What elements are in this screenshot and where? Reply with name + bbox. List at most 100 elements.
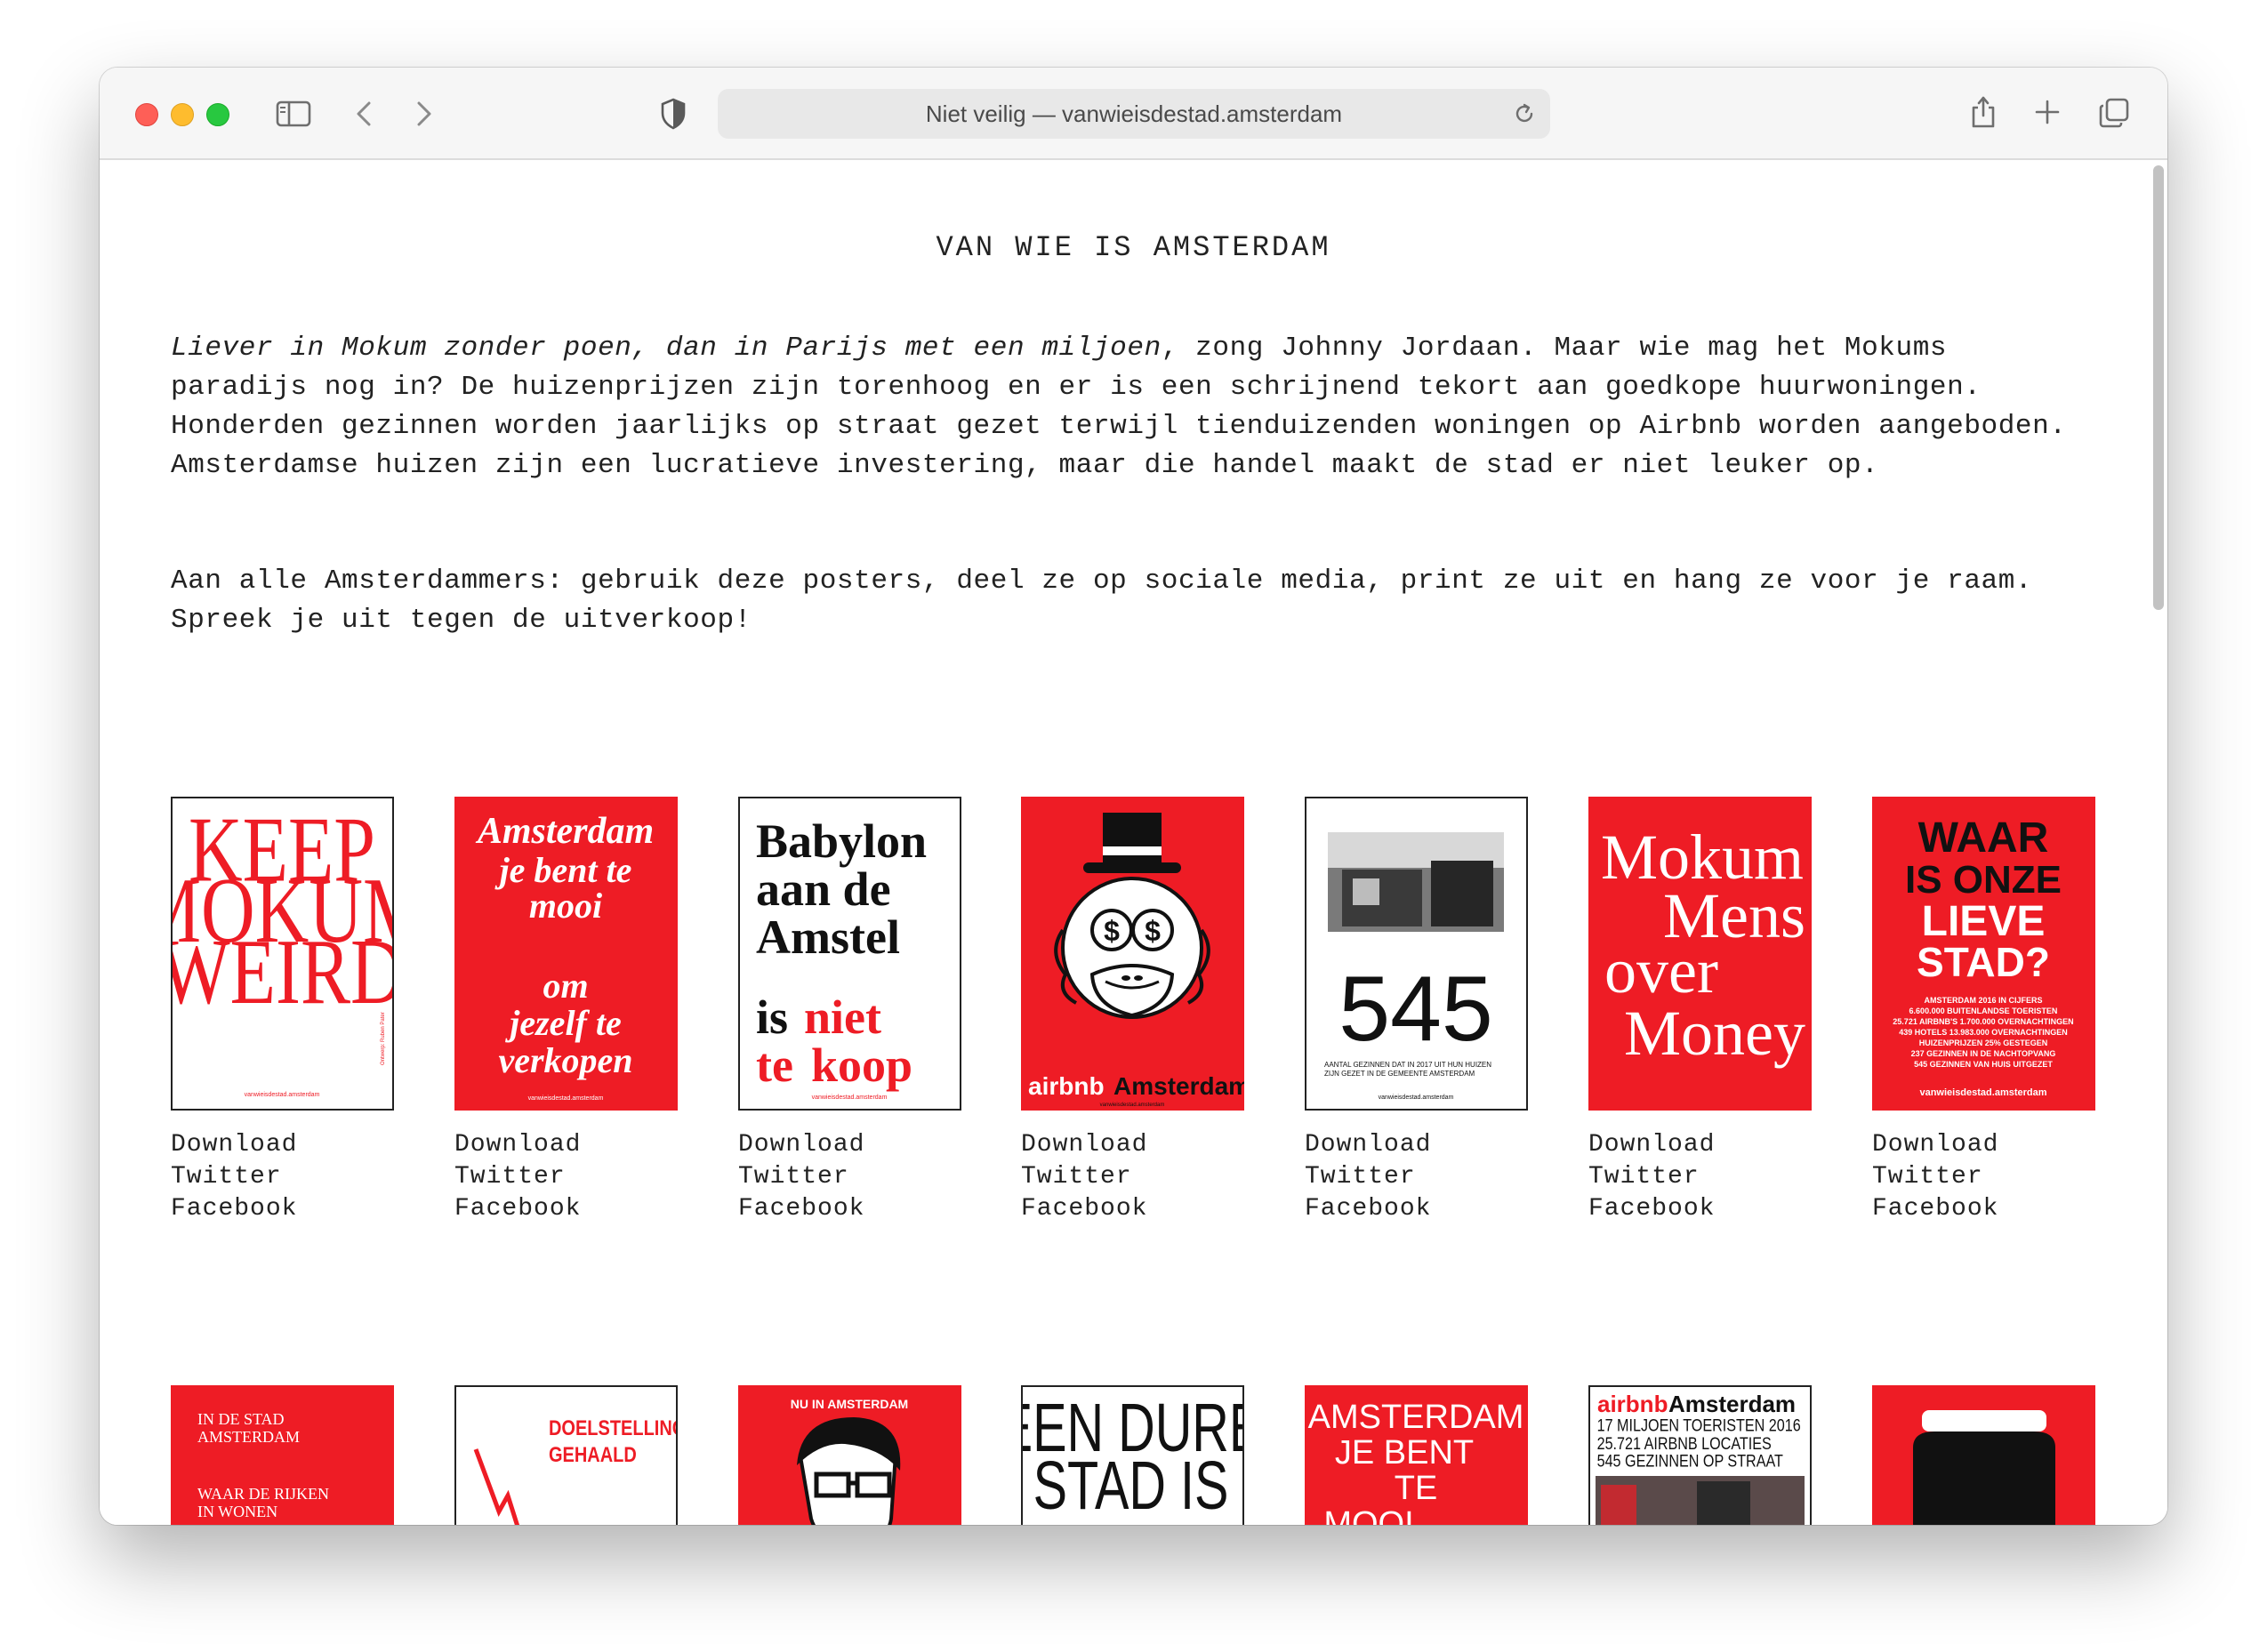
twitter-link[interactable]: Twitter bbox=[1872, 1161, 1998, 1193]
share-icon[interactable] bbox=[1967, 92, 1999, 132]
svg-text:$: $ bbox=[1104, 915, 1120, 947]
poster-8-line-1: IN DE STAD bbox=[197, 1410, 285, 1428]
poster-2-footer: vanwieisdestad.amsterdam bbox=[528, 1095, 604, 1102]
address-text: Niet veilig — vanwieisdestad.amsterdam bbox=[925, 100, 1343, 127]
poster-12-line-2: JE BENT bbox=[1335, 1434, 1474, 1472]
close-window-button[interactable] bbox=[135, 103, 158, 126]
poster-3-line-4: is bbox=[756, 990, 788, 1044]
address-bar[interactable]: Niet veilig — vanwieisdestad.amsterdam bbox=[718, 89, 1550, 139]
poster-doelstelling-gehaald[interactable]: DOELSTELLING GEHAALD bbox=[454, 1385, 678, 1525]
download-link[interactable]: Download bbox=[454, 1129, 581, 1161]
poster-13-city: Amsterdam bbox=[1668, 1391, 1796, 1417]
twitter-link[interactable]: Twitter bbox=[1588, 1161, 1715, 1193]
poster-11-line-2: STAD IS bbox=[1033, 1448, 1229, 1524]
poster-9-line-1: DOELSTELLING bbox=[549, 1415, 676, 1439]
poster-airbnb-amsterdam-stats[interactable]: airbnb Amsterdam 17 MILJOEN TOERISTEN 20… bbox=[1588, 1385, 1812, 1525]
new-tab-icon[interactable] bbox=[2033, 98, 2062, 126]
poster-2-line-3: mooi bbox=[529, 886, 602, 926]
twitter-link[interactable]: Twitter bbox=[738, 1161, 864, 1193]
poster-7-fact-5: HUIZENPRIJZEN 25% GESTEGEN bbox=[1919, 1039, 2048, 1047]
poster-2-line-4: om bbox=[543, 966, 588, 1006]
facebook-link[interactable]: Facebook bbox=[171, 1193, 297, 1225]
page-content: VAN WIE IS AMSTERDAM Liever in Mokum zon… bbox=[100, 160, 2167, 1525]
poster-1-footer: vanwieisdestad.amsterdam bbox=[245, 1092, 320, 1098]
twitter-link[interactable]: Twitter bbox=[1021, 1161, 1147, 1193]
download-link[interactable]: Download bbox=[171, 1129, 297, 1161]
poster-4-city: Amsterdam bbox=[1113, 1072, 1244, 1100]
facebook-link[interactable]: Facebook bbox=[454, 1193, 581, 1225]
poster-7-fact-7: 545 GEZINNEN VAN HUIS UITGEZET bbox=[1914, 1060, 2053, 1069]
poster-1-links: Download Twitter Facebook bbox=[171, 1129, 297, 1225]
poster-3-links: Download Twitter Facebook bbox=[738, 1129, 864, 1225]
poster-12-line-1: AMSTERDAM bbox=[1308, 1399, 1524, 1436]
poster-5-links: Download Twitter Facebook bbox=[1305, 1129, 1431, 1225]
poster-3-line-3: Amstel bbox=[756, 910, 900, 964]
download-link[interactable]: Download bbox=[738, 1129, 864, 1161]
facebook-link[interactable]: Facebook bbox=[1588, 1193, 1715, 1225]
intro-paragraph: Liever in Mokum zonder poen, dan in Pari… bbox=[171, 329, 2096, 485]
browser-window: Niet veilig — vanwieisdestad.amsterdam V… bbox=[100, 68, 2167, 1525]
poster-7-fact-1: AMSTERDAM 2016 IN CIJFERS bbox=[1924, 996, 2042, 1005]
poster-3-line-2: aan de bbox=[756, 862, 891, 916]
facebook-link[interactable]: Facebook bbox=[738, 1193, 864, 1225]
poster-4-footer: vanwieisdestad.amsterdam bbox=[1100, 1103, 1165, 1108]
poster-babylon-aan-de-amstel[interactable]: Babylon aan de Amstel is niet te koop va… bbox=[738, 797, 961, 1111]
privacy-shield-icon[interactable] bbox=[658, 96, 688, 132]
poster-4-links: Download Twitter Facebook bbox=[1021, 1129, 1147, 1225]
poster-2-line-6: verkopen bbox=[498, 1040, 632, 1080]
forward-icon[interactable] bbox=[411, 98, 438, 130]
poster-jar[interactable] bbox=[1872, 1385, 2095, 1525]
reload-icon[interactable] bbox=[1513, 101, 1536, 132]
poster-8-line-2: AMSTERDAM bbox=[197, 1428, 300, 1446]
poster-mokum-mens-over-money[interactable]: Mokum Mens over Money bbox=[1588, 797, 1812, 1111]
poster-een-dure-stad-is[interactable]: EEN DURE STAD IS bbox=[1021, 1385, 1244, 1525]
svg-text:$: $ bbox=[1145, 915, 1161, 947]
facebook-link[interactable]: Facebook bbox=[1305, 1193, 1431, 1225]
poster-9-line-2: GEHAALD bbox=[549, 1442, 637, 1466]
poster-nu-in-amsterdam[interactable]: NU IN AMSTERDAM bbox=[738, 1385, 961, 1525]
poster-1-line-3: WEIRD bbox=[173, 919, 392, 1023]
poster-10-line-1: NU IN AMSTERDAM bbox=[791, 1397, 908, 1411]
poster-amsterdam-je-bent-te-mooi-2[interactable]: AMSTERDAM JE BENT TE MOOI bbox=[1305, 1385, 1528, 1525]
twitter-link[interactable]: Twitter bbox=[454, 1161, 581, 1193]
poster-3-line-6: te bbox=[756, 1039, 793, 1092]
sidebar-icon[interactable] bbox=[274, 98, 313, 130]
download-link[interactable]: Download bbox=[1588, 1129, 1715, 1161]
poster-6-line-4: Money bbox=[1624, 998, 1805, 1069]
zoom-window-button[interactable] bbox=[206, 103, 229, 126]
poster-7-line-4: STAD? bbox=[1917, 939, 2050, 985]
tab-overview-icon[interactable] bbox=[2097, 96, 2131, 130]
minimize-window-button[interactable] bbox=[171, 103, 194, 126]
poster-amsterdam-je-bent-te-mooi[interactable]: Amsterdam je bent te mooi om jezelf te v… bbox=[454, 797, 678, 1111]
poster-8-line-3: WAAR DE RIJKEN bbox=[197, 1485, 329, 1503]
poster-2-line-1: Amsterdam bbox=[475, 811, 654, 852]
poster-7-line-2: IS ONZE bbox=[1905, 858, 2062, 902]
poster-3-line-1: Babylon bbox=[756, 814, 927, 868]
poster-7-fact-2: 6.600.000 BUITENLANDSE TOERISTEN bbox=[1909, 1006, 2058, 1015]
poster-in-de-stad-amsterdam[interactable]: IN DE STAD AMSTERDAM WAAR DE RIJKEN IN W… bbox=[171, 1385, 394, 1525]
poster-3-footer: vanwieisdestad.amsterdam bbox=[812, 1095, 888, 1101]
poster-airbnb-amsterdam-duck[interactable]: $ $ airbnb Amsterdam vanwieisdestad.amst… bbox=[1021, 797, 1244, 1111]
poster-13-brand: airbnb bbox=[1597, 1391, 1668, 1417]
download-link[interactable]: Download bbox=[1021, 1129, 1147, 1161]
poster-keep-mokum-weird[interactable]: KEEP MOKUM WEIRD vanwieisdestad.amsterda… bbox=[171, 797, 394, 1111]
twitter-link[interactable]: Twitter bbox=[1305, 1161, 1431, 1193]
poster-12-line-4: MOOI bbox=[1323, 1505, 1413, 1525]
twitter-link[interactable]: Twitter bbox=[171, 1161, 297, 1193]
poster-6-line-3: over bbox=[1604, 935, 1718, 1006]
site-title: VAN WIE IS AMSTERDAM bbox=[936, 231, 1331, 264]
call-to-action-paragraph: Aan alle Amsterdammers: gebruik deze pos… bbox=[171, 565, 2033, 636]
download-link[interactable]: Download bbox=[1872, 1129, 1998, 1161]
poster-13-line-2: 25.721 AIRBNB LOCATIES bbox=[1597, 1434, 1772, 1454]
poster-3-line-7: koop bbox=[811, 1039, 912, 1092]
download-link[interactable]: Download bbox=[1305, 1129, 1431, 1161]
poster-545[interactable]: 545 AANTAL GEZINNEN DAT IN 2017 UIT HUN … bbox=[1305, 797, 1528, 1111]
poster-5-footer: vanwieisdestad.amsterdam bbox=[1379, 1095, 1454, 1101]
poster-waar-is-onze-lieve-stad[interactable]: WAAR IS ONZE LIEVE STAD? AMSTERDAM 2016 … bbox=[1872, 797, 2095, 1111]
facebook-link[interactable]: Facebook bbox=[1872, 1193, 1998, 1225]
facebook-link[interactable]: Facebook bbox=[1021, 1193, 1147, 1225]
poster-1-credit: Ontwerp: Ruben Pater bbox=[381, 1012, 386, 1065]
back-icon[interactable] bbox=[350, 98, 377, 130]
poster-7-line-1: WAAR bbox=[1918, 814, 2049, 862]
poster-5-caption-2: ZIJN GEZET IN DE GEMEENTE AMSTERDAM bbox=[1324, 1070, 1475, 1078]
